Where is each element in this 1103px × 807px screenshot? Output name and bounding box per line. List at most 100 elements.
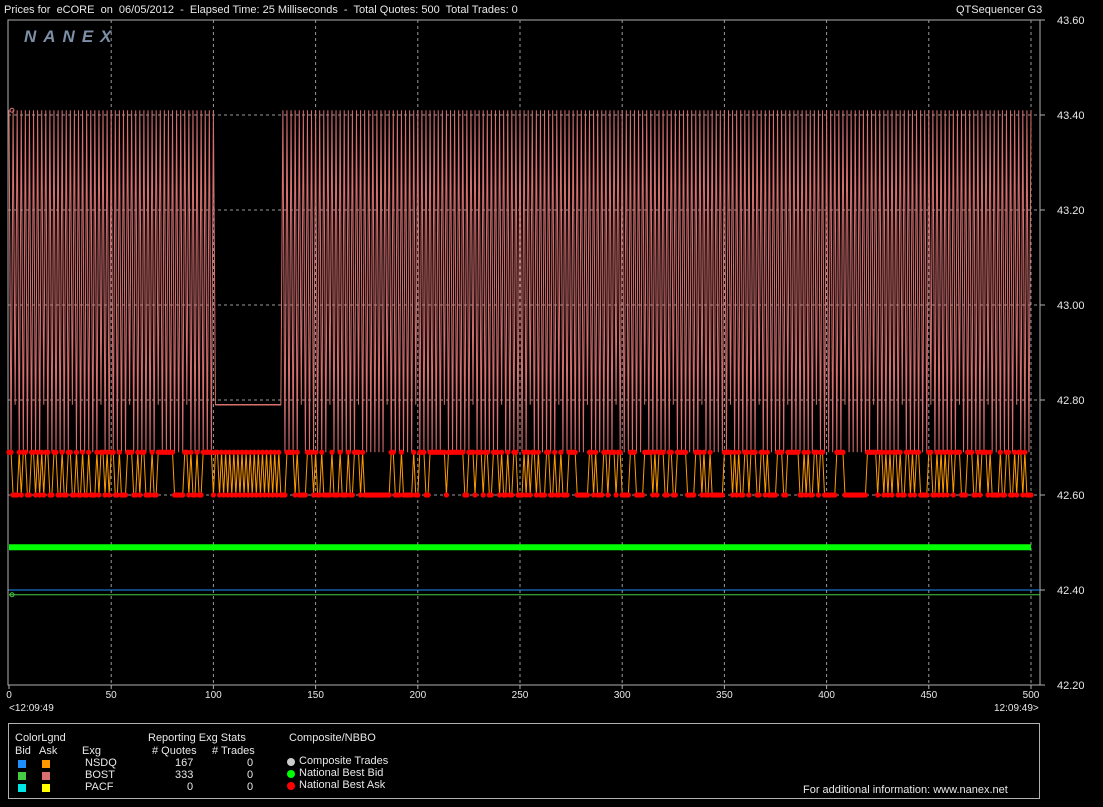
nbo-point [631, 449, 638, 455]
nbo-point [360, 449, 366, 455]
nbo-point [26, 492, 33, 498]
nbo-point [349, 492, 355, 498]
pacf-trades: 0 [247, 781, 254, 793]
y-tick-label: 42.60 [1057, 490, 1085, 502]
nbo-point [564, 492, 570, 498]
pacf-ask-swatch [42, 784, 50, 792]
nbo-point [411, 449, 417, 455]
nbo-point [149, 449, 155, 455]
nbo-point [49, 492, 55, 498]
nbo-point [889, 492, 895, 498]
nbo-point [772, 492, 779, 498]
nbo-point [472, 492, 478, 498]
nbo-point [116, 449, 122, 455]
x-tick-label: 150 [307, 690, 324, 701]
nbo-point [390, 449, 396, 455]
nbo-point [169, 449, 176, 455]
nbo-point [779, 449, 785, 455]
nbo-point [464, 492, 470, 498]
nbo-point [819, 449, 826, 455]
y-tick-label: 42.40 [1057, 585, 1085, 597]
nbo-point [527, 492, 533, 498]
bost-ask-swatch [42, 772, 50, 780]
nbo-point [488, 492, 494, 498]
pacf-exg-name: PACF [85, 781, 114, 793]
nbo-point [86, 449, 92, 455]
price-chart: 42.20 42.40 42.60 42.80 43.00 43.20 43.40 43.60… [6, 15, 1085, 701]
nbo-point [740, 492, 746, 498]
nbo-point [719, 492, 725, 498]
nbo-point [210, 492, 216, 498]
nbo-point [701, 449, 707, 455]
nbo-point [1022, 449, 1028, 455]
nbo-point [668, 449, 674, 455]
x-tick-label: 0 [6, 690, 12, 701]
nbo-point [282, 492, 288, 498]
nbo-point [415, 492, 421, 498]
nbo-point [1014, 492, 1020, 498]
stats-title: Reporting Exg Stats [148, 732, 246, 744]
nbo-point [505, 449, 511, 455]
nbo-point [499, 449, 505, 455]
colorlgnd-title: ColorLgnd [15, 732, 66, 744]
nbo-point [862, 492, 869, 498]
nbo-point [746, 492, 752, 498]
nbo-point [664, 492, 670, 498]
x-tick-label: 300 [614, 690, 631, 701]
nbo-point [901, 492, 907, 498]
x-tick-label: 250 [512, 690, 529, 701]
nbo-point [421, 449, 427, 455]
nbo-point [605, 492, 611, 498]
nbo-point [198, 492, 204, 498]
nbo-point [153, 492, 159, 498]
nbo-point [1005, 449, 1012, 455]
nbo-point [337, 449, 343, 455]
nbo-point [541, 492, 548, 498]
nbo-point [41, 492, 47, 498]
nbo-point [22, 449, 28, 455]
composite-title: Composite/NBBO [289, 732, 376, 744]
nbo-point [79, 449, 86, 455]
nbo-point [137, 492, 143, 498]
nbo-point [962, 492, 969, 498]
nbo-point [425, 492, 431, 498]
nbo-point [141, 449, 147, 455]
nbo-point [276, 449, 282, 455]
national-best-ask-dot [287, 782, 295, 790]
nbo-point [67, 449, 73, 455]
nbo-point [752, 449, 758, 455]
nbo-point [944, 492, 950, 498]
x-tick-label: 450 [920, 690, 937, 701]
nbo-point [707, 449, 713, 455]
nbo-point [294, 449, 300, 455]
footer-info: For additional information: www.nanex.ne… [803, 784, 1008, 796]
nbo-point [584, 492, 591, 498]
x-tick-label: 500 [1023, 690, 1040, 701]
nbo-point [552, 449, 558, 455]
nbo-point [997, 449, 1003, 455]
nbo-point [110, 449, 116, 455]
nbo-point [977, 492, 983, 498]
nbo-point [599, 492, 605, 498]
nbo-point [924, 492, 930, 498]
nbo-point [460, 449, 466, 455]
pacf-bid-swatch [18, 784, 26, 792]
nbo-point [188, 449, 194, 455]
nbo-point [546, 449, 552, 455]
nbo-point [654, 492, 660, 498]
nbo-point [928, 449, 934, 455]
y-tick-label: 42.20 [1057, 680, 1085, 692]
nbo-point [572, 449, 578, 455]
nbo-point [956, 449, 963, 455]
y-tick-label: 43.00 [1057, 300, 1085, 312]
nbo-point [987, 449, 993, 455]
composite-trades-dot [287, 758, 295, 766]
nbo-point [345, 449, 351, 455]
nbo-point [122, 492, 129, 498]
nbo-point [756, 492, 762, 498]
nbo-point [950, 492, 956, 498]
nbo-point [640, 492, 646, 498]
nbo-point [682, 449, 689, 455]
nbo-point [480, 492, 486, 498]
nbo-point [106, 492, 112, 498]
